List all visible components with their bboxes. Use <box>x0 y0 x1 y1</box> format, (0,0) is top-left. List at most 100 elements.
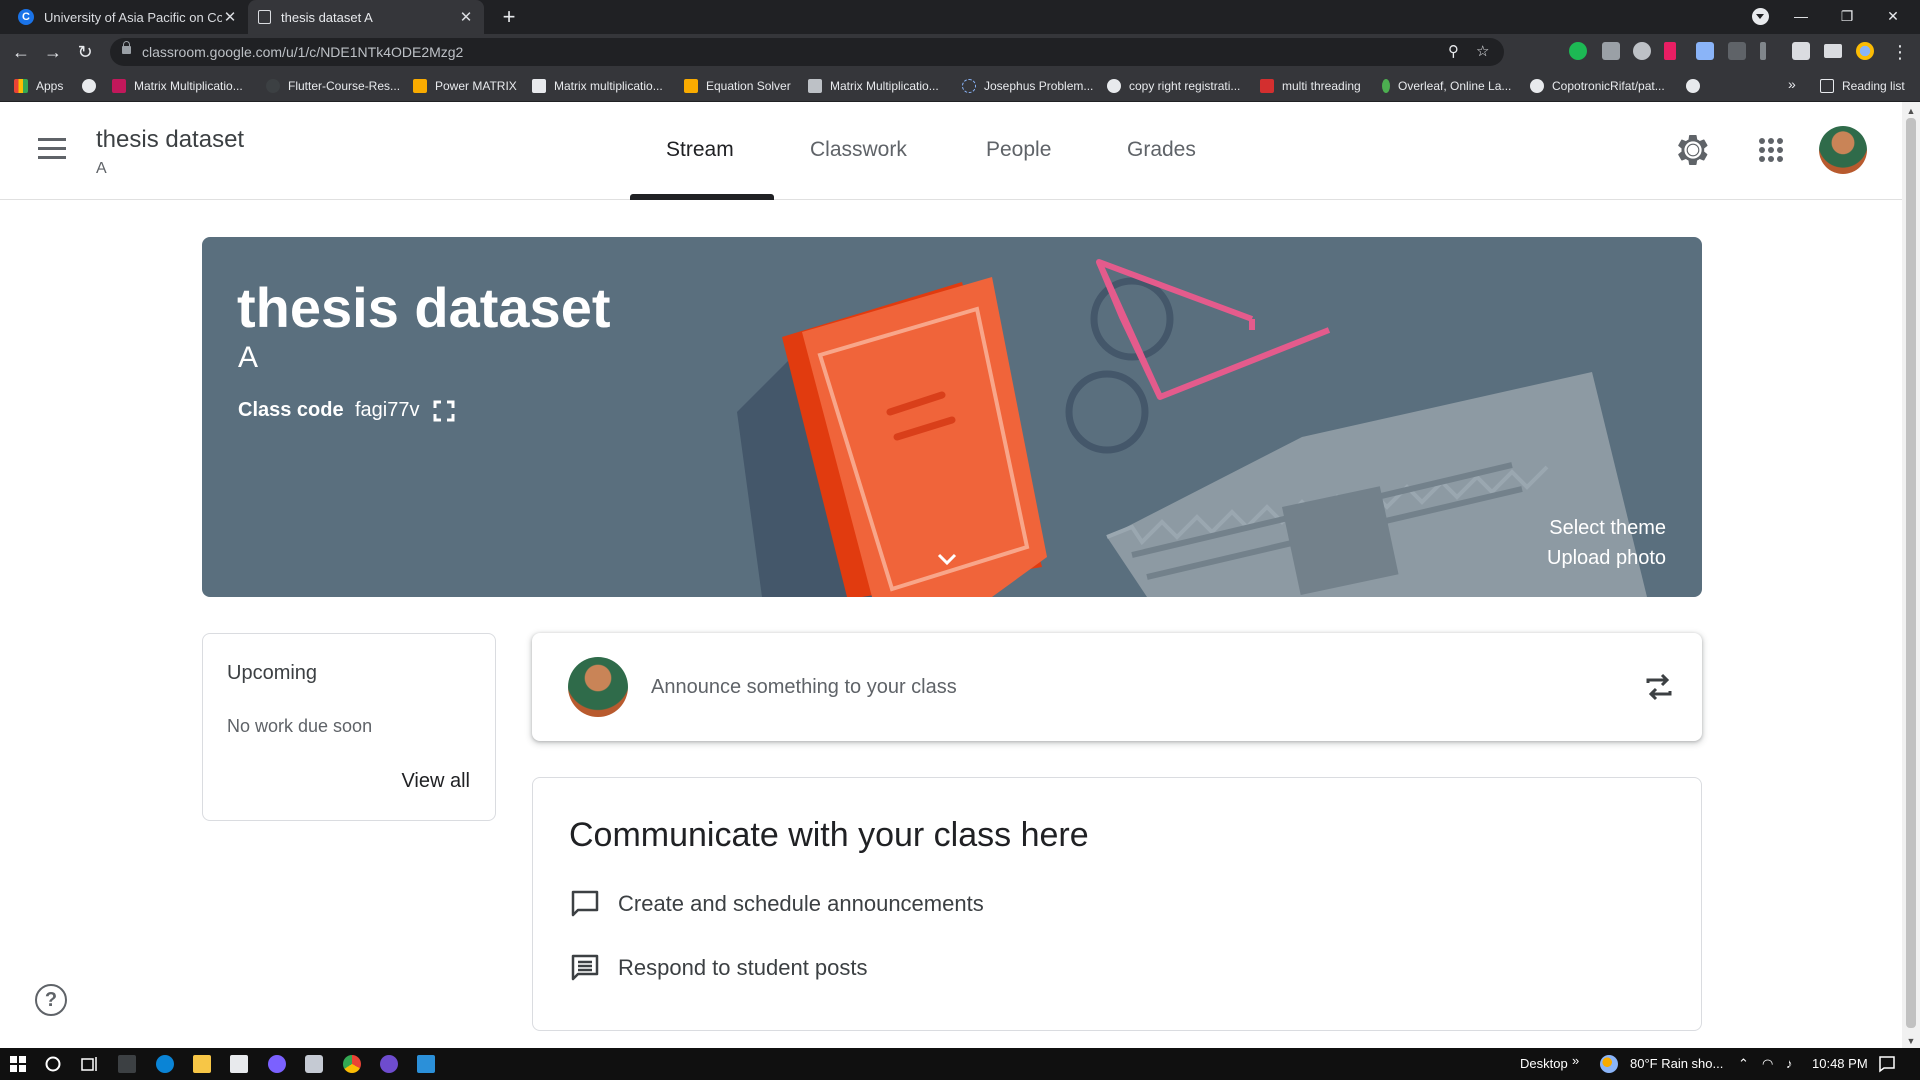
volume-icon[interactable]: ♪ <box>1786 1056 1793 1071</box>
classroom-header: thesis dataset A Stream Classwork People… <box>0 102 1902 200</box>
bookmark-apps[interactable]: Apps <box>14 70 63 102</box>
upload-photo-link[interactable]: Upload photo <box>1547 547 1666 570</box>
class-code-label: Class code <box>238 399 344 421</box>
account-avatar[interactable] <box>1819 126 1867 174</box>
browser-tab-university[interactable]: C University of Asia Pacific on Cour ✕ <box>8 0 248 34</box>
fullscreen-code-icon[interactable] <box>433 400 455 422</box>
notifications-icon[interactable] <box>1878 1055 1896 1073</box>
restore-window-button[interactable]: ❐ <box>1824 0 1870 34</box>
bookmark-item[interactable]: multi threading <box>1260 70 1361 102</box>
bookmark-item[interactable]: copy right registrati... <box>1107 70 1240 102</box>
bookmark-item[interactable]: Flutter-Course-Res... <box>266 70 400 102</box>
chevron-down-icon[interactable] <box>935 550 959 568</box>
zoom-icon[interactable]: ⚲ <box>1448 42 1459 60</box>
bookmark-item[interactable]: Power MATRIX <box>413 70 517 102</box>
bookmark-item[interactable]: CopotronicRifat/pat... <box>1530 70 1665 102</box>
new-tab-button[interactable]: + <box>496 4 522 30</box>
vscode-icon[interactable] <box>417 1055 435 1073</box>
flag-extension-icon[interactable] <box>1664 42 1676 60</box>
task-view-icon[interactable] <box>80 1055 98 1073</box>
tab-search-icon[interactable] <box>1752 8 1769 25</box>
search-icon[interactable] <box>44 1055 62 1073</box>
banner-class-name: thesis dataset <box>237 276 611 339</box>
document-icon <box>684 79 698 93</box>
grammarly-extension-icon[interactable] <box>1569 42 1587 60</box>
app-icon[interactable] <box>305 1055 323 1073</box>
tab-stream[interactable]: Stream <box>666 138 734 162</box>
network-icon[interactable]: ◠ <box>1762 1056 1773 1072</box>
download-extension-icon[interactable] <box>1696 42 1714 60</box>
repost-icon[interactable] <box>1644 671 1674 703</box>
coursera-favicon-icon: C <box>18 9 34 25</box>
bookmark-label: Matrix multiplicatio... <box>554 79 663 93</box>
app-icon[interactable] <box>380 1055 398 1073</box>
bookmark-item[interactable]: Overleaf, Online La... <box>1382 70 1511 102</box>
tab-grades[interactable]: Grades <box>1127 138 1196 162</box>
minimize-window-button[interactable]: — <box>1778 0 1824 34</box>
weather-icon[interactable] <box>1600 1055 1618 1073</box>
clock-time[interactable]: 10:48 PM <box>1812 1056 1868 1071</box>
tab-people[interactable]: People <box>986 138 1051 162</box>
forward-arrow-icon[interactable]: → <box>41 40 65 64</box>
bookmark-item[interactable]: Matrix multiplicatio... <box>532 70 663 102</box>
scrollbar-thumb[interactable] <box>1906 118 1916 1028</box>
puzzle-extensions-icon[interactable] <box>1792 42 1810 60</box>
reload-icon[interactable]: ↻ <box>73 40 97 64</box>
messenger-icon[interactable] <box>268 1055 286 1073</box>
screen-extension-icon[interactable] <box>1728 42 1746 60</box>
edge-browser-icon[interactable] <box>156 1055 174 1073</box>
close-tab-icon[interactable]: ✕ <box>458 8 474 26</box>
browser-tab-strip: C University of Asia Pacific on Cour ✕ t… <box>0 0 1920 34</box>
main-menu-icon[interactable] <box>38 138 68 162</box>
scroll-down-arrow-icon[interactable]: ▼ <box>1906 1036 1916 1046</box>
select-theme-link[interactable]: Select theme <box>1549 517 1666 540</box>
matrix-favicon-icon <box>532 79 546 93</box>
announce-box[interactable]: Announce something to your class <box>532 633 1702 741</box>
profile-avatar-icon[interactable] <box>1856 42 1874 60</box>
chrome-menu-icon[interactable]: ⋮ <box>1888 40 1912 64</box>
camera-extension-icon[interactable] <box>1602 42 1620 60</box>
class-name[interactable]: thesis dataset <box>96 126 244 154</box>
reading-queue-icon[interactable] <box>1824 44 1842 58</box>
browser-tab-thesis[interactable]: thesis dataset A ✕ <box>248 0 484 34</box>
bookmark-item[interactable] <box>82 70 104 102</box>
help-icon[interactable]: ? <box>35 984 67 1016</box>
mail-icon[interactable] <box>230 1055 248 1073</box>
back-arrow-icon[interactable]: ← <box>9 40 33 64</box>
bookmark-item[interactable]: Josephus Problem... <box>962 70 1093 102</box>
overleaf-icon <box>1382 79 1390 93</box>
pen-extension-icon[interactable] <box>1760 42 1766 60</box>
google-apps-icon[interactable] <box>1759 138 1783 162</box>
bookmark-star-icon[interactable]: ☆ <box>1476 42 1489 60</box>
view-all-link[interactable]: View all <box>401 770 470 793</box>
address-bar[interactable]: classroom.google.com/u/1/c/NDE1NTk4ODE2M… <box>110 38 1504 66</box>
desktop-toolbar-label[interactable]: Desktop <box>1520 1056 1568 1071</box>
windows-start-icon[interactable] <box>9 1055 27 1073</box>
bookmark-item[interactable]: Matrix Multiplicatio... <box>808 70 939 102</box>
reading-list-icon <box>1820 79 1834 93</box>
url-text[interactable]: classroom.google.com/u/1/c/NDE1NTk4ODE2M… <box>142 44 463 60</box>
desktop-chevron-icon[interactable]: » <box>1572 1053 1579 1068</box>
announce-placeholder[interactable]: Announce something to your class <box>651 676 957 699</box>
more-bookmarks-chevron-icon[interactable]: » <box>1788 76 1796 92</box>
gear-extension-icon[interactable] <box>1633 42 1651 60</box>
weather-text[interactable]: 80°F Rain sho... <box>1630 1056 1723 1071</box>
hidden-icons-chevron-icon[interactable]: ⌃ <box>1738 1056 1749 1072</box>
gear-icon[interactable] <box>1675 132 1711 168</box>
scroll-up-arrow-icon[interactable]: ▲ <box>1906 106 1916 116</box>
bookmark-item[interactable]: Equation Solver <box>684 70 791 102</box>
github-icon <box>1530 79 1544 93</box>
chrome-icon[interactable] <box>343 1055 361 1073</box>
terminal-icon[interactable] <box>118 1055 136 1073</box>
close-tab-icon[interactable]: ✕ <box>222 8 238 26</box>
bookmark-label: Overleaf, Online La... <box>1398 79 1512 93</box>
active-tab-indicator <box>630 194 774 200</box>
bookmark-item[interactable]: Matrix Multiplicatio... <box>112 70 243 102</box>
tab-classwork[interactable]: Classwork <box>810 138 907 162</box>
loading-favicon-icon <box>962 79 976 93</box>
site-favicon-icon <box>112 79 126 93</box>
close-window-button[interactable]: ✕ <box>1870 0 1916 34</box>
reading-list-button[interactable]: Reading list <box>1820 70 1905 102</box>
bookmark-item[interactable] <box>1686 70 1708 102</box>
file-explorer-icon[interactable] <box>193 1055 211 1073</box>
